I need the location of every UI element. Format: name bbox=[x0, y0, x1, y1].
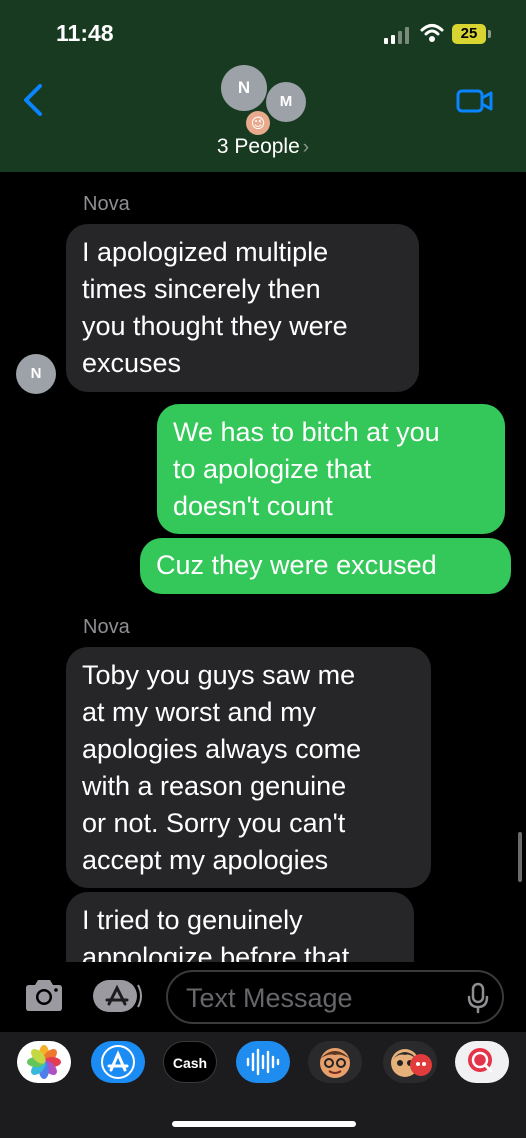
title-chevron-icon: › bbox=[302, 137, 310, 158]
group-title-button[interactable]: 3 People › bbox=[0, 135, 526, 159]
camera-icon[interactable] bbox=[22, 978, 66, 1014]
status-time: 11:48 bbox=[56, 20, 114, 46]
message-input[interactable]: Text Message bbox=[166, 970, 504, 1024]
audio-message-icon[interactable] bbox=[236, 1041, 290, 1083]
sender-name: Nova bbox=[83, 616, 130, 638]
incoming-message-bubble[interactable]: Toby you guys saw me at my worst and my … bbox=[66, 647, 431, 888]
scroll-indicator[interactable] bbox=[518, 832, 522, 882]
app-store-button-icon[interactable] bbox=[92, 979, 142, 1013]
apple-cash-label: Cash bbox=[172, 1055, 208, 1071]
cellular-signal-icon bbox=[384, 26, 412, 44]
conversation-header: N M 😉 3 People › bbox=[0, 62, 526, 172]
sender-name: Nova bbox=[83, 193, 130, 215]
app-store-icon[interactable] bbox=[91, 1041, 145, 1083]
memoji-icon[interactable] bbox=[308, 1041, 362, 1083]
imessage-app-drawer: Cash bbox=[0, 1032, 526, 1138]
group-title: 3 People bbox=[216, 135, 300, 158]
outgoing-message-bubble[interactable]: We has to bitch at you to apologize that… bbox=[157, 404, 505, 534]
participant-avatar-m[interactable]: M bbox=[266, 82, 306, 122]
wifi-icon bbox=[420, 24, 444, 42]
facetime-video-icon[interactable] bbox=[456, 88, 494, 114]
back-chevron-icon[interactable] bbox=[20, 82, 46, 118]
photos-icon[interactable] bbox=[17, 1041, 71, 1083]
status-bar: 11:48 25 bbox=[0, 0, 526, 62]
message-input-placeholder: Text Message bbox=[186, 983, 353, 1013]
participant-avatar-emoji[interactable]: 😉 bbox=[246, 111, 270, 135]
microphone-icon[interactable] bbox=[466, 982, 490, 1014]
message-composer: Text Message bbox=[0, 962, 526, 1032]
battery-indicator: 25 bbox=[452, 24, 486, 44]
sender-avatar[interactable]: N bbox=[16, 354, 56, 394]
battery-tip bbox=[488, 30, 491, 38]
participant-avatar-n[interactable]: N bbox=[221, 65, 267, 111]
search-images-icon[interactable] bbox=[455, 1041, 509, 1083]
home-indicator[interactable] bbox=[172, 1121, 356, 1127]
incoming-message-bubble[interactable]: I tried to genuinely appologize before t… bbox=[66, 892, 414, 962]
outgoing-message-bubble[interactable]: Cuz they were excused bbox=[140, 538, 511, 594]
animoji-icon[interactable] bbox=[383, 1041, 437, 1083]
incoming-message-bubble[interactable]: I apologized multiple times sincerely th… bbox=[66, 224, 419, 392]
apple-cash-icon[interactable]: Cash bbox=[163, 1041, 217, 1083]
